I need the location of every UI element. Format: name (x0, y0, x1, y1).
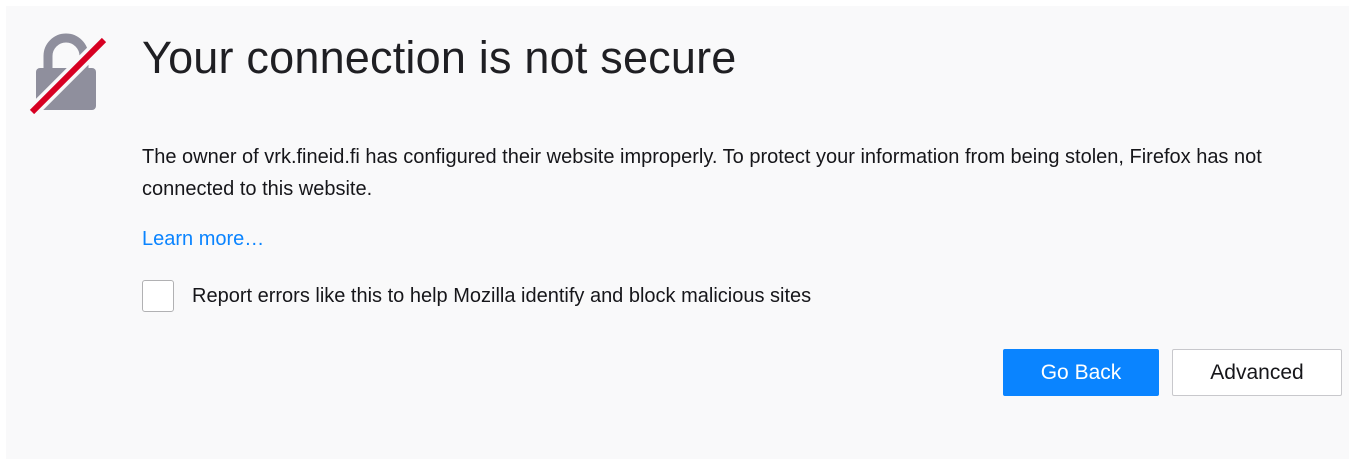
report-errors-checkbox[interactable] (142, 280, 174, 312)
learn-more-link[interactable]: Learn more… (142, 228, 264, 251)
page-title: Your connection is not secure (142, 32, 737, 83)
broken-lock-icon (27, 33, 106, 114)
report-errors-label: Report errors like this to help Mozilla … (192, 284, 812, 307)
go-back-button[interactable]: Go Back (1003, 349, 1159, 396)
advanced-button[interactable]: Advanced (1172, 349, 1342, 396)
error-page: Your connection is not secure The owner … (6, 6, 1349, 459)
error-description: The owner of vrk.fineid.fi has configure… (142, 146, 1262, 200)
report-errors-row: Report errors like this to help Mozilla … (142, 280, 811, 312)
